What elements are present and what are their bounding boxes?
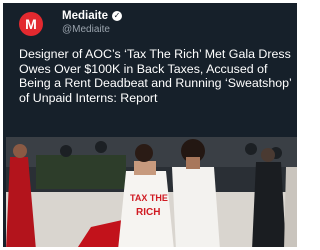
tweet-card[interactable]: M Mediaite ✓ @Mediaite Designer of AOC’s… bbox=[6, 6, 297, 247]
verified-badge-icon: ✓ bbox=[112, 11, 123, 21]
avatar[interactable]: M bbox=[19, 12, 43, 36]
second-white-dress-figure bbox=[172, 167, 220, 247]
tweet-photo[interactable]: TAX THE RICH bbox=[6, 137, 297, 247]
account-name[interactable]: Mediaite bbox=[62, 10, 108, 22]
dress-text-line-2: RICH bbox=[136, 207, 160, 218]
crowd-figure bbox=[60, 145, 72, 157]
met-gala-photo: TAX THE RICH bbox=[6, 137, 297, 247]
screenshot-frame: M Mediaite ✓ @Mediaite Designer of AOC’s… bbox=[0, 0, 300, 250]
account-handle[interactable]: @Mediaite bbox=[62, 24, 110, 35]
white-dress-figure-hair bbox=[135, 144, 153, 162]
account-name-row[interactable]: Mediaite ✓ bbox=[62, 10, 123, 22]
photo-hedge bbox=[36, 155, 126, 189]
crowd-figure bbox=[95, 141, 107, 153]
background-person bbox=[252, 162, 286, 247]
white-dress-figure-shoulders bbox=[134, 161, 156, 175]
background-person-head bbox=[261, 148, 275, 162]
second-figure-neck bbox=[186, 157, 200, 169]
background-person-right bbox=[284, 167, 297, 247]
tweet-header: M Mediaite ✓ @Mediaite bbox=[6, 6, 297, 42]
dress-text-line-1: TAX THE bbox=[130, 193, 168, 203]
crowd-figure bbox=[245, 143, 257, 155]
red-dress-figure-head bbox=[13, 144, 27, 158]
avatar-letter: M bbox=[25, 16, 37, 32]
tweet-text: Designer of AOC’s ‘Tax The Rich’ Met Gal… bbox=[19, 47, 292, 105]
